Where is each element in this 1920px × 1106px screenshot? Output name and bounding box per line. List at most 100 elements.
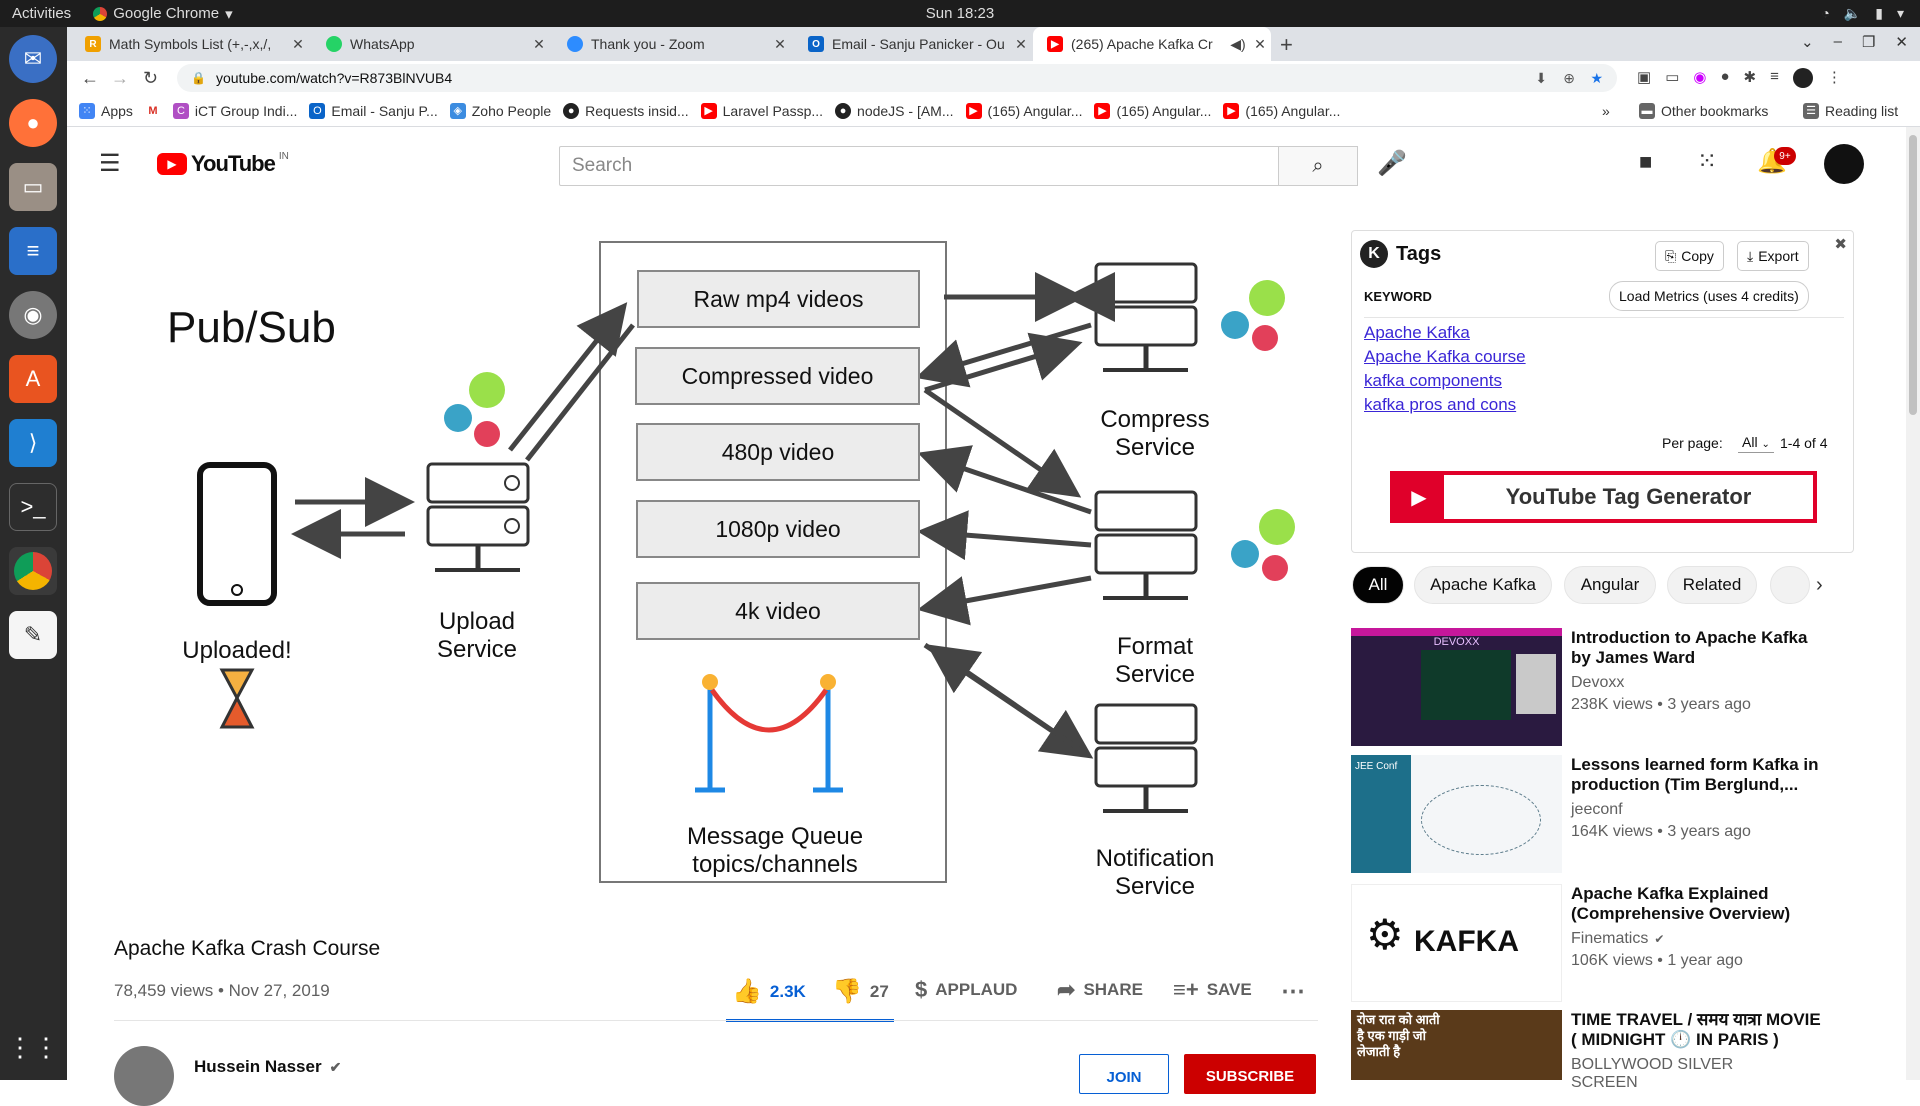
clock[interactable]: Sun 18:23 — [926, 5, 994, 22]
speaker-icon[interactable]: ◀) — [1227, 36, 1249, 53]
system-tray[interactable]: ◔ 🔈 ▮ ▾ — [1821, 5, 1904, 22]
chip-all[interactable]: All — [1352, 566, 1404, 604]
scrollbar-thumb[interactable] — [1909, 135, 1917, 415]
bookmark-angular-2[interactable]: ▶ (165) Angular... — [1094, 102, 1211, 119]
keyword-link[interactable]: kafka pros and cons — [1364, 395, 1516, 415]
create-video-icon[interactable]: ■ — [1639, 149, 1652, 175]
save-button[interactable]: ≡+ SAVE — [1173, 977, 1252, 1003]
bookmark-email[interactable]: O Email - Sanju P... — [309, 102, 438, 119]
extension-icon[interactable]: ▣ — [1637, 68, 1651, 88]
thunderbird-icon[interactable]: ✉ — [9, 35, 57, 83]
channel-avatar[interactable] — [114, 1046, 174, 1106]
bookmark-nodejs[interactable]: ● nodeJS - [AM... — [835, 102, 954, 119]
share-button[interactable]: ➦ SHARE — [1057, 977, 1143, 1003]
chrome-dock-icon[interactable] — [9, 547, 57, 595]
close-icon[interactable]: ✕ — [769, 36, 791, 53]
chip-related[interactable]: Related — [1667, 566, 1757, 604]
speaker-icon[interactable]: ◉ — [9, 291, 57, 339]
export-button[interactable]: ⤓ Export — [1737, 241, 1809, 271]
puzzle-icon[interactable]: ✱ — [1744, 68, 1757, 88]
activities-button[interactable]: Activities — [12, 5, 71, 22]
recommendation-item[interactable]: ⚙ KAFKA Apache Kafka Explained (Comprehe… — [1351, 884, 1790, 1002]
terminal-icon[interactable]: >_ — [9, 483, 57, 531]
writer-icon[interactable]: ≡ — [9, 227, 57, 275]
close-icon[interactable]: ✕ — [1010, 36, 1032, 53]
keyword-link[interactable]: Apache Kafka course — [1364, 347, 1526, 367]
tab-search-icon[interactable]: ⌄ — [1801, 33, 1814, 51]
close-window-icon[interactable]: ✕ — [1895, 33, 1908, 51]
reading-list[interactable]: ☰ Reading list — [1803, 102, 1898, 119]
like-button[interactable]: 👍 2.3K — [732, 977, 806, 1006]
media-icon[interactable]: ≡ — [1770, 68, 1779, 88]
extension-icon[interactable]: ▭ — [1665, 68, 1679, 88]
new-tab-button[interactable]: + — [1280, 32, 1293, 58]
restore-icon[interactable]: ❐ — [1862, 33, 1875, 51]
video-player[interactable]: Pub/Sub Raw mp4 videos Compressed video … — [115, 230, 1318, 908]
zoom-icon[interactable]: ⊕ — [1563, 70, 1575, 87]
close-panel-icon[interactable]: ✖ — [1834, 235, 1847, 253]
tab-youtube-active[interactable]: ▶ (265) Apache Kafka Cr ◀) ✕ — [1033, 27, 1271, 61]
search-button[interactable]: ⌕ — [1278, 146, 1358, 186]
per-page-select[interactable]: All ⌄ — [1738, 432, 1774, 453]
menu-icon[interactable]: ⋮ — [1827, 68, 1842, 88]
back-icon[interactable]: ← — [81, 68, 99, 89]
recommendation-item[interactable]: रोज रात को आती है एक गाड़ी जो लेजाती है … — [1351, 1010, 1821, 1091]
more-actions-icon[interactable]: ⋯ — [1281, 977, 1305, 1006]
bookmarks-overflow-button[interactable]: » — [1602, 103, 1610, 119]
microphone-icon[interactable]: 🎤 — [1377, 149, 1407, 178]
youtube-logo[interactable]: ▶ YouTube IN — [157, 151, 289, 177]
chip-apache-kafka[interactable]: Apache Kafka — [1414, 566, 1552, 604]
install-icon[interactable]: ⬇ — [1535, 70, 1547, 87]
bookmark-laravel[interactable]: ▶ Laravel Passp... — [700, 102, 823, 119]
subscribe-button[interactable]: SUBSCRIBE — [1184, 1054, 1316, 1094]
extension-icon[interactable]: ● — [1720, 68, 1729, 88]
show-apps-icon[interactable]: ⋮⋮ — [7, 1023, 59, 1071]
chip-more[interactable] — [1770, 566, 1810, 604]
copy-button[interactable]: ⎘ Copy — [1655, 241, 1724, 271]
keyword-link[interactable]: kafka components — [1364, 371, 1502, 391]
close-icon[interactable]: ✕ — [287, 36, 309, 53]
software-icon[interactable]: A — [9, 355, 57, 403]
bookmark-ict-group[interactable]: CiCT Group Indi... — [172, 102, 297, 119]
files-icon[interactable]: ▭ — [9, 163, 57, 211]
tab-zoom[interactable]: Thank you - Zoom ✕ — [553, 27, 791, 61]
apps-grid-icon[interactable]: ⁙ — [1697, 147, 1717, 176]
tab-whatsapp[interactable]: WhatsApp ✕ — [312, 27, 550, 61]
bookmark-gmail[interactable]: M — [144, 102, 161, 119]
applaud-button[interactable]: $ APPLAUD — [915, 977, 1017, 1003]
extension-icon[interactable]: ◉ — [1693, 68, 1706, 88]
chevron-right-icon[interactable]: › — [1816, 574, 1823, 597]
recommendation-item[interactable]: JEE Conf Lessons learned form Kafka in p… — [1351, 755, 1819, 873]
other-bookmarks[interactable]: ▬ Other bookmarks — [1639, 102, 1768, 119]
join-button[interactable]: JOIN — [1079, 1054, 1169, 1094]
bookmark-star-icon[interactable]: ★ — [1590, 70, 1603, 87]
load-metrics-button[interactable]: Load Metrics (uses 4 credits) — [1609, 281, 1809, 311]
recommendation-item[interactable]: DEVOXX Introduction to Apache Kafka by J… — [1351, 628, 1807, 746]
dislike-button[interactable]: 👎 27 — [832, 977, 889, 1006]
chip-angular[interactable]: Angular — [1564, 566, 1656, 604]
page-scrollbar[interactable] — [1906, 127, 1920, 1080]
close-icon[interactable]: ✕ — [1249, 36, 1271, 53]
bookmark-angular-1[interactable]: ▶ (165) Angular... — [965, 102, 1082, 119]
bookmark-angular-3[interactable]: ▶ (165) Angular... — [1223, 102, 1340, 119]
address-bar[interactable]: 🔒 youtube.com/watch?v=R873BlNVUB4 ⬇ ⊕ ★ — [177, 64, 1617, 92]
bookmark-zoho[interactable]: ◈ Zoho People — [449, 102, 551, 119]
channel-name-row[interactable]: Hussein Nasser ✔ — [194, 1057, 341, 1077]
minimize-icon[interactable]: – — [1834, 33, 1842, 51]
profile-avatar-icon[interactable] — [1792, 68, 1813, 88]
account-avatar[interactable] — [1824, 144, 1864, 184]
bookmark-requests[interactable]: ● Requests insid... — [563, 102, 689, 119]
bookmark-apps[interactable]: ⁙ Apps — [79, 102, 133, 119]
firefox-icon[interactable]: ● — [9, 99, 57, 147]
tag-generator-banner[interactable]: ▶ YouTube Tag Generator — [1390, 471, 1817, 523]
app-menu[interactable]: Google Chrome ▾ — [93, 5, 233, 23]
keyword-link[interactable]: Apache Kafka — [1364, 323, 1470, 343]
tab-email[interactable]: O Email - Sanju Panicker - Ou ✕ — [794, 27, 1032, 61]
text-editor-icon[interactable]: ✎ — [9, 611, 57, 659]
search-input[interactable]: Search — [559, 146, 1279, 186]
close-icon[interactable]: ✕ — [528, 36, 550, 53]
forward-icon[interactable]: → — [111, 68, 129, 89]
hamburger-menu-icon[interactable]: ☰ — [99, 149, 121, 178]
vscode-icon[interactable]: ⟩ — [9, 419, 57, 467]
reload-icon[interactable]: ↻ — [143, 68, 158, 89]
